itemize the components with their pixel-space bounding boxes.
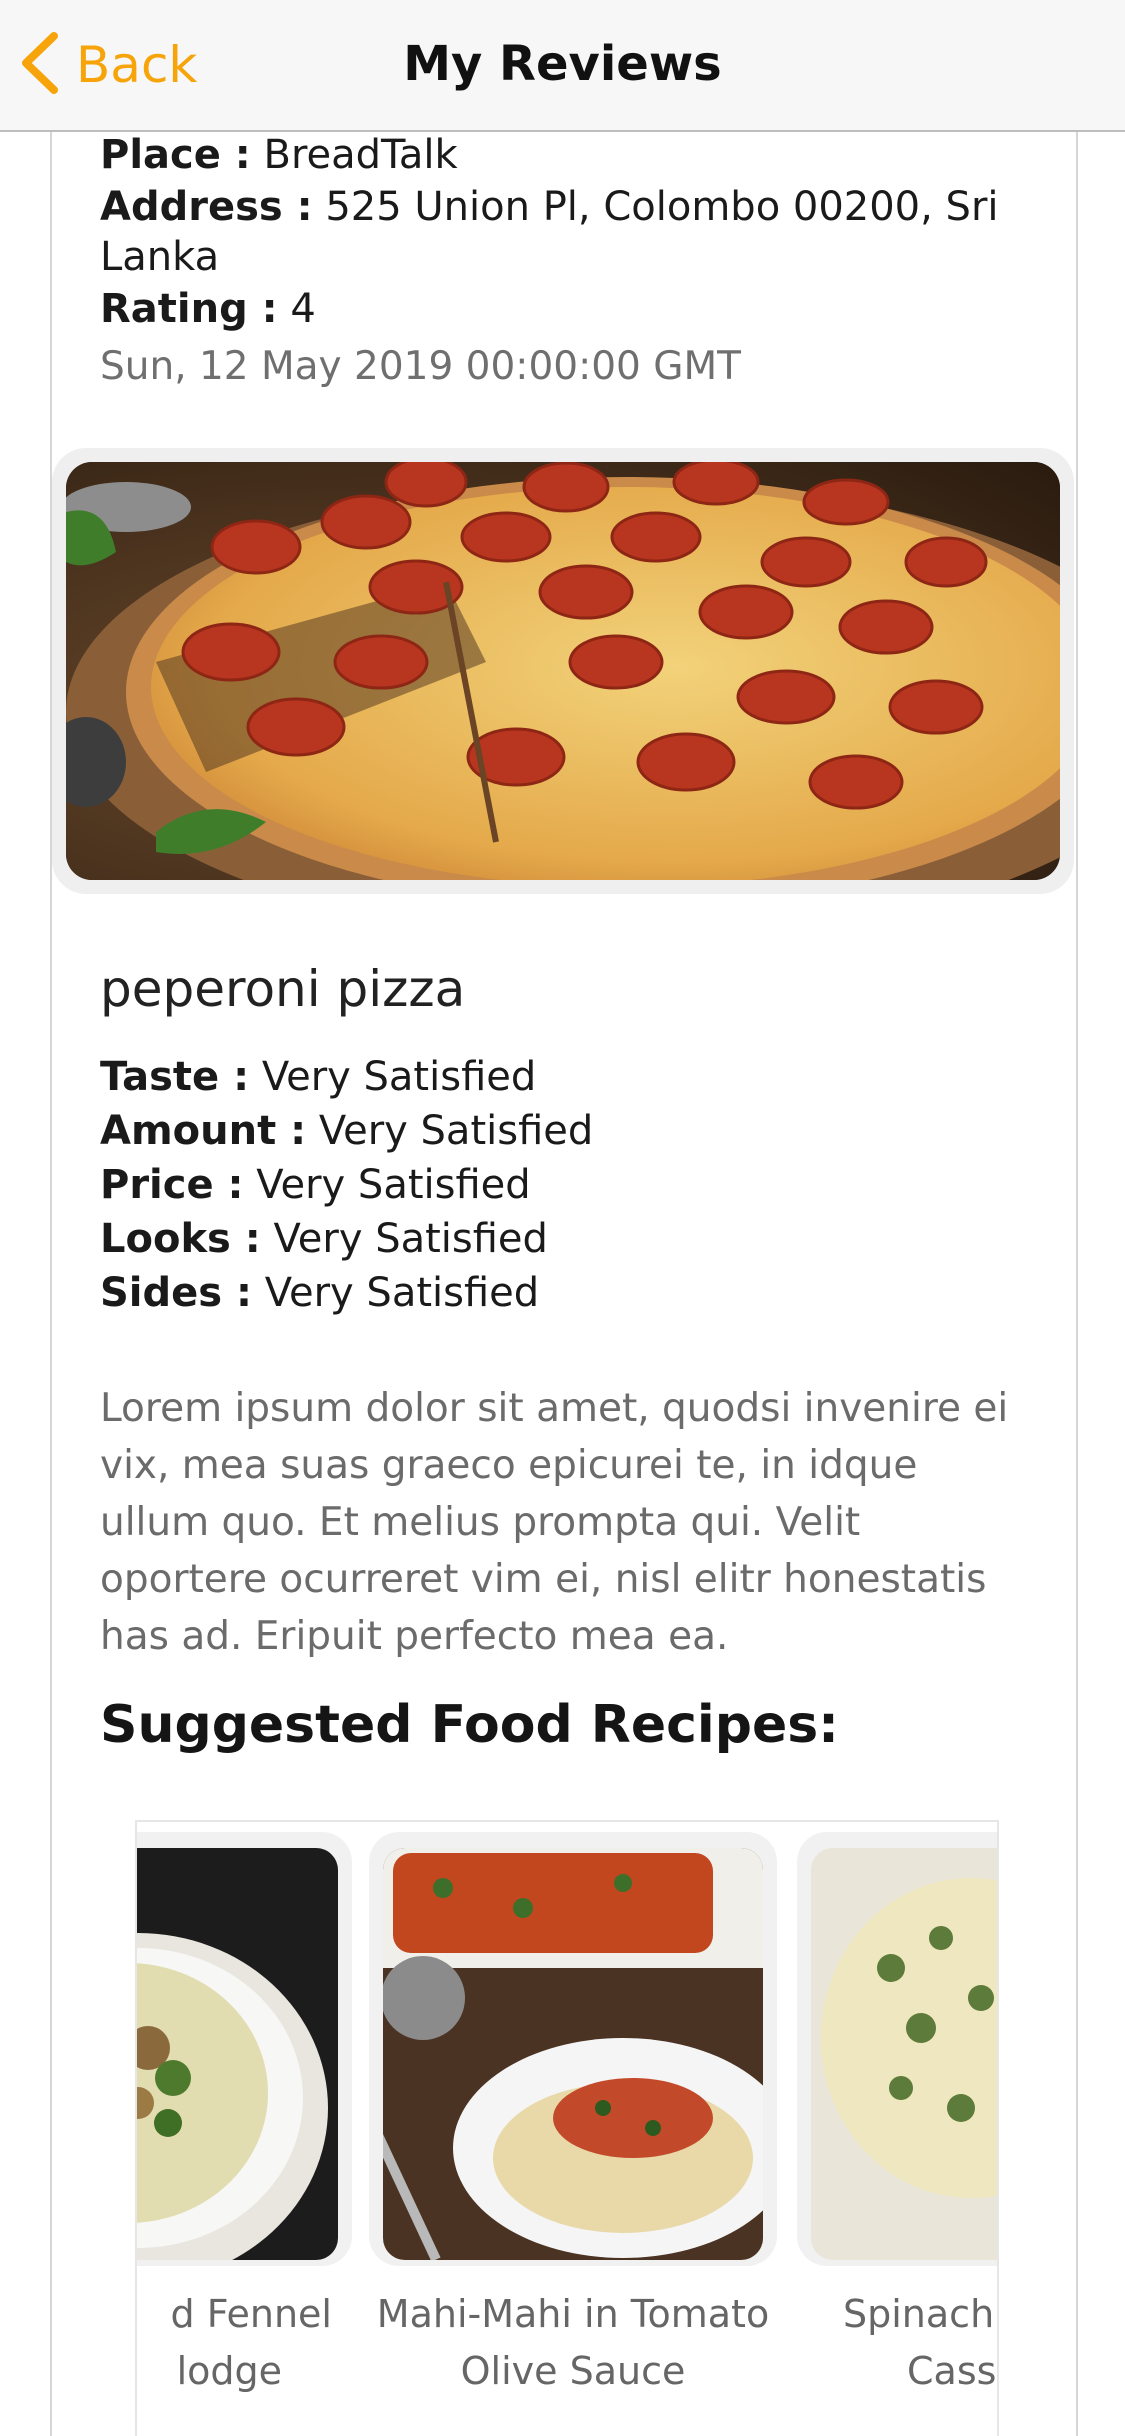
recipe-label-line1: Spinach	[843, 2292, 995, 2336]
recipe-image-frame	[797, 1832, 997, 2266]
recipe-image-frame	[137, 1832, 352, 2266]
rating-row: Rating : 4	[100, 284, 1020, 334]
recipe-label: Spinach Cass	[797, 2286, 997, 2400]
address-label: Address :	[100, 184, 313, 230]
suggested-recipes-title: Suggested Food Recipes:	[100, 1695, 839, 1755]
recipe-label-line1: d Fennel	[170, 2292, 332, 2336]
place-label: Place :	[100, 132, 251, 178]
reviews-screen: Back My Reviews Place : BreadTalk Addres…	[0, 0, 1125, 2436]
soup-photo	[137, 1848, 338, 2260]
recipe-card[interactable]: d Fennel lodge	[137, 1832, 352, 2400]
rating-looks-label: Looks :	[100, 1216, 261, 1262]
review-card: Place : BreadTalk Address : 525 Union Pl…	[50, 130, 1078, 2436]
review-date: Sun, 12 May 2019 00:00:00 GMT	[100, 344, 741, 389]
rating-label: Rating :	[100, 286, 278, 332]
rating-value: 4	[290, 286, 316, 332]
place-value: BreadTalk	[263, 132, 458, 178]
rating-sides-label: Sides :	[100, 1270, 253, 1316]
rating-looks: Looks : Very Satisfied	[100, 1212, 593, 1266]
rating-taste-value: Very Satisfied	[261, 1054, 537, 1100]
recipe-label-line2: Cass	[907, 2349, 997, 2393]
rating-sides: Sides : Very Satisfied	[100, 1266, 593, 1320]
rating-looks-value: Very Satisfied	[273, 1216, 548, 1262]
rating-amount-label: Amount :	[100, 1108, 307, 1154]
navigation-bar: Back My Reviews	[0, 0, 1125, 132]
dish-name: peperoni pizza	[100, 960, 466, 1018]
recipe-card[interactable]: Mahi-Mahi in Tomato Olive Sauce	[369, 1832, 777, 2400]
recipe-label: d Fennel lodge	[137, 2286, 352, 2400]
review-description: Lorem ipsum dolor sit amet, quodsi inven…	[100, 1386, 1009, 1659]
rating-amount-value: Very Satisfied	[318, 1108, 594, 1154]
pizza-photo	[66, 462, 1060, 880]
recipe-label-line2: Olive Sauce	[460, 2349, 686, 2393]
rating-price-value: Very Satisfied	[256, 1162, 531, 1208]
rating-taste-label: Taste :	[100, 1054, 250, 1100]
rating-details: Taste : Very Satisfied Amount : Very Sat…	[100, 1050, 593, 1320]
recipe-image-frame	[369, 1832, 777, 2266]
rating-taste: Taste : Very Satisfied	[100, 1050, 593, 1104]
review-info: Place : BreadTalk Address : 525 Union Pl…	[100, 130, 1020, 389]
place-row: Place : BreadTalk	[100, 130, 1020, 180]
dish-photo-frame	[52, 448, 1074, 894]
recipe-label: Mahi-Mahi in Tomato Olive Sauce	[369, 2286, 777, 2400]
address-row: Address : 525 Union Pl, Colombo 00200, S…	[100, 182, 1020, 282]
rating-amount: Amount : Very Satisfied	[100, 1104, 593, 1158]
rating-sides-value: Very Satisfied	[264, 1270, 540, 1316]
recipe-carousel[interactable]: d Fennel lodge Mahi-Mahi in Tomato Olive…	[135, 1820, 999, 2436]
recipe-label-line1: Mahi-Mahi in Tomato	[376, 2292, 770, 2336]
spinach-casserole-photo	[811, 1848, 997, 2260]
recipe-label-line2: lodge	[176, 2349, 282, 2393]
mahi-mahi-photo	[383, 1848, 763, 2260]
rating-price-label: Price :	[100, 1162, 244, 1208]
page-title: My Reviews	[403, 36, 722, 92]
rating-price: Price : Very Satisfied	[100, 1158, 593, 1212]
recipe-card[interactable]: Spinach Cass	[797, 1832, 997, 2400]
